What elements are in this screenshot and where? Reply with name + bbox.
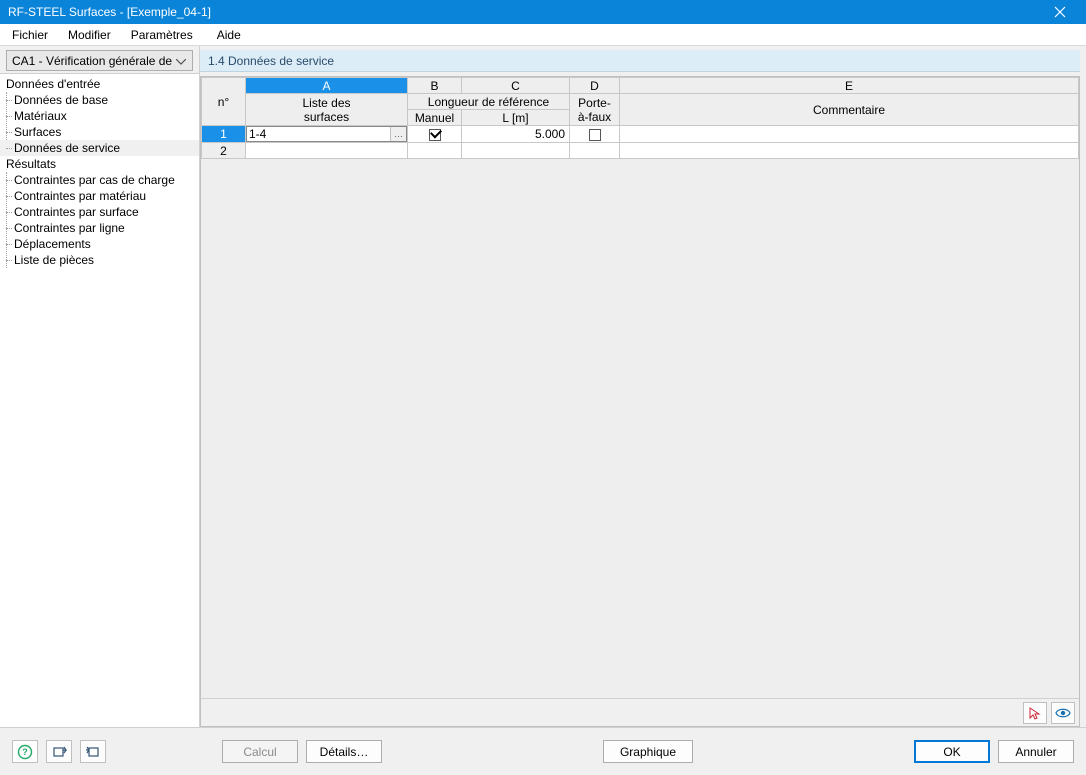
cell-d-2[interactable] [570,143,620,159]
eye-icon [1055,707,1071,719]
load-case-combo[interactable]: CA1 - Vérification générale de c [6,50,193,71]
panel-title: 1.4 Données de service [200,50,1080,72]
import-button[interactable] [80,740,106,763]
checkbox-portefaux-1[interactable] [589,129,601,141]
menu-fichier[interactable]: Fichier [2,25,58,45]
menu-bar: Fichier Modifier Paramètres Aide [0,24,1086,46]
cell-b-1[interactable] [408,126,462,143]
import-icon [85,744,101,760]
cell-a-1-value[interactable]: 1-4 [247,127,390,141]
row-header-2[interactable]: 2 [202,143,246,159]
export-button[interactable] [46,740,72,763]
cell-c-1[interactable]: 5.000 [462,126,570,143]
table-row[interactable]: 2 [202,143,1079,159]
cell-c-2[interactable] [462,143,570,159]
cell-a-1-picker[interactable]: … [390,127,406,141]
menu-aide[interactable]: Aide [207,25,251,45]
help-icon: ? [17,744,33,760]
col-header-c[interactable]: C [462,78,570,94]
load-case-value: CA1 - Vérification générale de c [12,54,174,68]
col-header-n[interactable]: n° [202,78,246,126]
tree-contraintes-cas[interactable]: Contraintes par cas de charge [0,172,199,188]
cell-a-1[interactable]: 1-4 … [246,126,408,143]
table-row[interactable]: 1 1-4 … 5.000 [202,126,1079,143]
col-header-e[interactable]: E [620,78,1079,94]
col-header-d[interactable]: D [570,78,620,94]
help-button[interactable]: ? [12,740,38,763]
tree-contraintes-surface[interactable]: Contraintes par surface [0,204,199,220]
view-button[interactable] [1051,702,1075,724]
menu-parametres[interactable]: Paramètres [121,25,203,45]
tree-liste-pieces[interactable]: Liste de pièces [0,252,199,268]
calcul-button: Calcul [222,740,298,763]
cell-e-2[interactable] [620,143,1079,159]
close-icon [1054,6,1066,18]
grid-empty-area [201,159,1079,698]
tree-donnees-service[interactable]: Données de service [0,140,199,156]
col-sub-bc: Longueur de référence [408,94,570,110]
col-sub-a: Liste des surfaces [246,94,408,126]
close-button[interactable] [1040,0,1080,24]
tree-materiaux[interactable]: Matériaux [0,108,199,124]
cell-d-1[interactable] [570,126,620,143]
col-sub-c: L [m] [462,110,570,126]
ok-button[interactable]: OK [914,740,990,763]
data-grid[interactable]: n° A B C D E Liste des surfaces Longueur… [201,77,1079,159]
graphique-button[interactable]: Graphique [603,740,693,763]
col-sub-e: Commentaire [620,94,1079,126]
tree-surfaces[interactable]: Surfaces [0,124,199,140]
tree-group-resultats[interactable]: Résultats [0,156,199,172]
cursor-pick-icon [1028,706,1042,720]
chevron-down-icon [174,54,188,68]
tree-contraintes-materiau[interactable]: Contraintes par matériau [0,188,199,204]
tree-group-entree[interactable]: Données d'entrée [0,76,199,92]
details-button[interactable]: Détails… [306,740,382,763]
tree-deplacements[interactable]: Déplacements [0,236,199,252]
tree-donnees-base[interactable]: Données de base [0,92,199,108]
tree-contraintes-ligne[interactable]: Contraintes par ligne [0,220,199,236]
window-title: RF-STEEL Surfaces - [Exemple_04-1] [8,5,1040,19]
col-header-b[interactable]: B [408,78,462,94]
nav-tree: Données d'entrée Données de base Matéria… [0,73,199,727]
annuler-button[interactable]: Annuler [998,740,1074,763]
row-header-1[interactable]: 1 [202,126,246,143]
col-sub-b: Manuel [408,110,462,126]
checkbox-manuel-1[interactable] [429,129,441,141]
svg-text:?: ? [22,747,28,757]
cell-a-2[interactable] [246,143,408,159]
col-sub-d: Porte- à-faux [570,94,620,126]
col-header-a[interactable]: A [246,78,408,94]
export-icon [51,744,67,760]
cell-e-1[interactable] [620,126,1079,143]
menu-modifier[interactable]: Modifier [58,25,121,45]
cell-b-2[interactable] [408,143,462,159]
pick-button[interactable] [1023,702,1047,724]
